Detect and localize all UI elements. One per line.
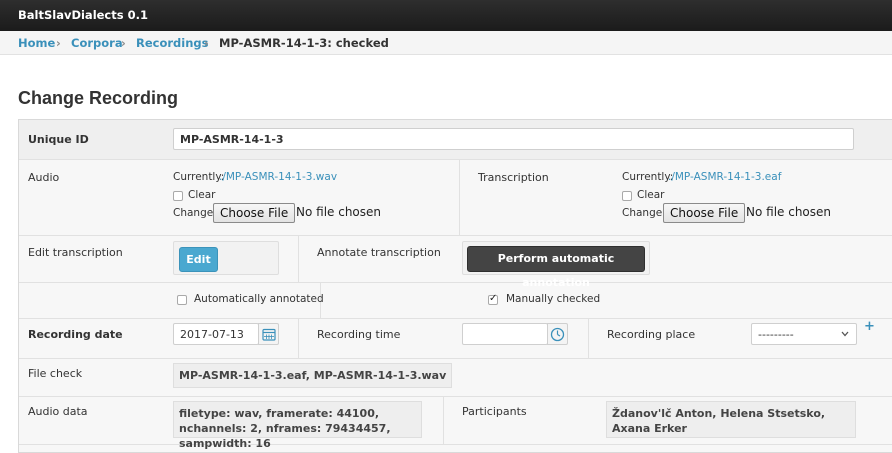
breadcrumb-current: MP-ASMR-14-1-3: checked bbox=[219, 36, 389, 50]
row-files: Audio Currently: ./MP-ASMR-14-1-3.wav Cl… bbox=[19, 160, 892, 236]
row-status-checks: Automatically annotated Manually checked bbox=[19, 283, 892, 319]
automatically-annotated-checkbox[interactable] bbox=[177, 295, 187, 305]
audio-choose-file-button[interactable]: Choose File bbox=[213, 203, 296, 223]
edit-transcription-button[interactable]: Edit bbox=[179, 247, 218, 272]
breadcrumb-corpora[interactable]: Corpora bbox=[71, 36, 123, 50]
breadcrumb-recordings[interactable]: Recordings bbox=[136, 36, 208, 50]
automatically-annotated-label: Automatically annotated bbox=[194, 293, 324, 305]
audio-currently-label: Currently: bbox=[173, 171, 225, 183]
add-place-button[interactable]: + bbox=[864, 319, 875, 334]
transcription-current-file-link[interactable]: ./MP-ASMR-14-1-3.eaf bbox=[668, 171, 781, 183]
top-navbar: BaltSlavDialects 0.1 bbox=[0, 0, 892, 31]
recording-date-input[interactable]: 2017-07-13 bbox=[173, 323, 259, 345]
audio-data-label: Audio data bbox=[28, 405, 88, 418]
audio-label: Audio bbox=[28, 171, 60, 184]
clock-button[interactable] bbox=[547, 323, 568, 345]
annotate-transcription-label: Annotate transcription bbox=[317, 246, 441, 259]
page-title: Change Recording bbox=[18, 88, 179, 108]
participants-value: Ždanov'lč Anton, Helena Stsetsko, Axana … bbox=[606, 401, 856, 438]
unique-id-label: Unique ID bbox=[28, 133, 89, 146]
row-audio-data: Audio data filetype: wav, framerate: 441… bbox=[19, 397, 892, 450]
breadcrumb-home[interactable]: Home bbox=[18, 36, 55, 50]
audio-change-label: Change: bbox=[173, 207, 217, 219]
recording-place-label: Recording place bbox=[607, 328, 696, 341]
calendar-button[interactable] bbox=[258, 323, 279, 345]
calendar-icon bbox=[261, 328, 276, 341]
transcription-choose-file-button[interactable]: Choose File bbox=[663, 203, 746, 223]
transcription-currently-label: Currently: bbox=[622, 171, 674, 183]
manually-checked-checkbox[interactable] bbox=[488, 293, 498, 305]
divider bbox=[459, 160, 460, 235]
edit-transcription-label: Edit transcription bbox=[28, 246, 123, 259]
file-check-label: File check bbox=[28, 367, 83, 380]
transcription-change-label: Change: bbox=[622, 207, 666, 219]
transcription-clear-checkbox[interactable] bbox=[622, 191, 632, 201]
recording-time-label: Recording time bbox=[317, 328, 401, 341]
recording-place-selected: --------- bbox=[758, 328, 794, 341]
breadcrumb: Home › Corpora › Recordings › MP-ASMR-14… bbox=[0, 31, 892, 55]
audio-no-file-text: No file chosen bbox=[296, 205, 382, 219]
audio-clear-checkbox[interactable] bbox=[173, 191, 183, 201]
perform-annotation-button[interactable]: Perform automatic annotation bbox=[467, 246, 645, 289]
clock-icon bbox=[550, 327, 565, 341]
manually-checked-label: Manually checked bbox=[506, 293, 601, 305]
participants-label: Participants bbox=[462, 405, 527, 418]
divider bbox=[588, 319, 589, 358]
divider bbox=[298, 236, 299, 282]
transcription-label: Transcription bbox=[478, 171, 549, 184]
recording-date-label: Recording date bbox=[28, 328, 123, 341]
audio-data-value: filetype: wav, framerate: 44100, nchanne… bbox=[173, 401, 422, 450]
breadcrumb-separator: › bbox=[204, 36, 209, 50]
recording-time-input[interactable] bbox=[462, 323, 548, 345]
transcription-clear-label: Clear bbox=[637, 189, 665, 201]
transcription-no-file-text: No file chosen bbox=[746, 205, 832, 219]
recording-form: Unique ID MP-ASMR-14-1-3 Audio Currently… bbox=[18, 119, 892, 453]
chevron-down-icon bbox=[841, 331, 849, 337]
breadcrumb-separator: › bbox=[121, 36, 126, 50]
file-check-value: MP-ASMR-14-1-3.eaf, MP-ASMR-14-1-3.wav bbox=[173, 363, 453, 388]
row-recording-meta: Recording date 2017-07-13 Recording time… bbox=[19, 319, 892, 359]
unique-id-input[interactable]: MP-ASMR-14-1-3 bbox=[173, 128, 854, 150]
audio-current-file-link[interactable]: ./MP-ASMR-14-1-3.wav bbox=[219, 171, 337, 183]
breadcrumb-separator: › bbox=[56, 36, 61, 50]
row-file-check: File check MP-ASMR-14-1-3.eaf, MP-ASMR-1… bbox=[19, 359, 892, 397]
row-transcription-actions: Edit transcription Edit Annotate transcr… bbox=[19, 236, 892, 289]
audio-clear-label: Clear bbox=[188, 189, 216, 201]
divider bbox=[443, 397, 444, 444]
row-unique-id: Unique ID MP-ASMR-14-1-3 bbox=[19, 120, 892, 160]
recording-place-select[interactable]: --------- bbox=[751, 323, 857, 345]
app-brand[interactable]: BaltSlavDialects 0.1 bbox=[18, 8, 148, 22]
divider bbox=[298, 319, 299, 358]
